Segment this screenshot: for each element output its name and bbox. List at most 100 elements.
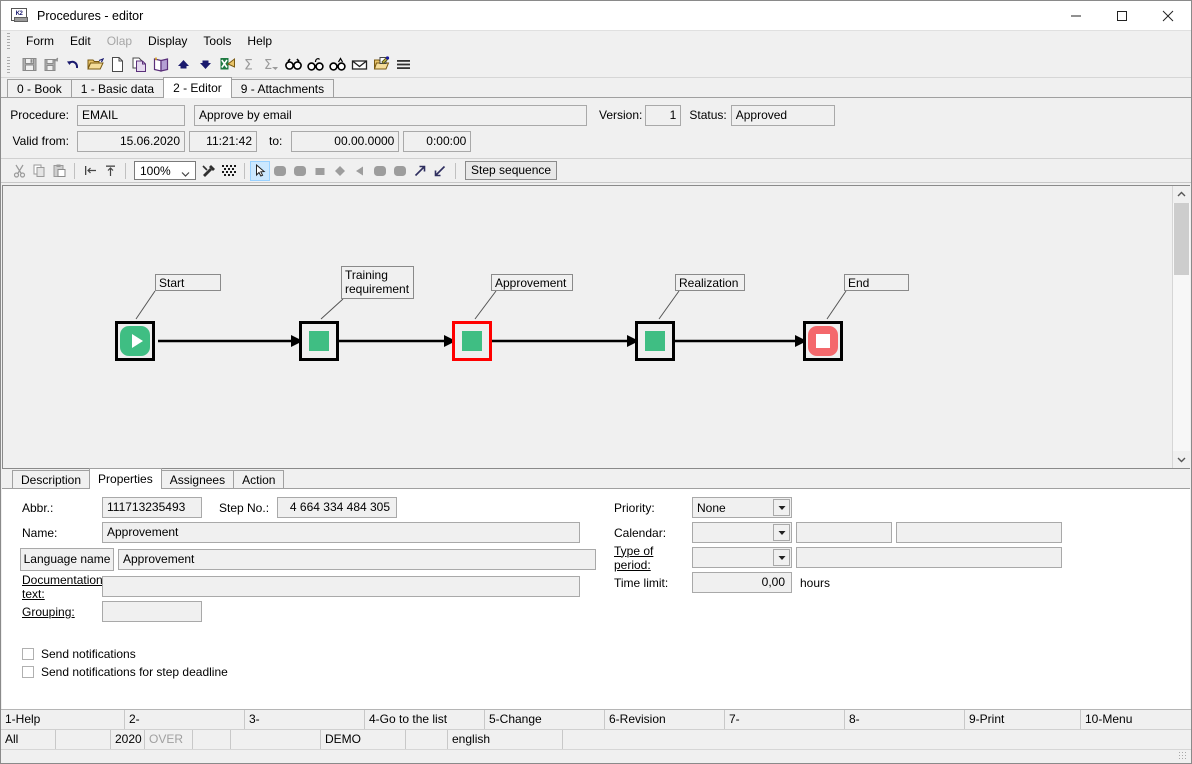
send-notifications-row[interactable]: Send notifications <box>2 647 228 661</box>
canvas-vertical-scrollbar[interactable] <box>1172 186 1190 468</box>
sum-filter-icon[interactable]: Σ <box>260 54 282 76</box>
book-icon[interactable] <box>150 54 172 76</box>
node-approvement[interactable] <box>452 321 492 361</box>
valid-from-time-field[interactable]: 11:21:42 <box>189 130 257 152</box>
node-end[interactable] <box>803 321 843 361</box>
menu-help[interactable]: Help <box>239 32 280 50</box>
valid-from-date-field[interactable]: 15.06.2020 <box>77 130 185 152</box>
export-excel-icon[interactable] <box>216 54 238 76</box>
align-left-icon[interactable] <box>80 161 100 181</box>
node-label-end[interactable]: End <box>844 274 909 291</box>
toolbar-drag-handle[interactable] <box>7 56 10 73</box>
chevron-down-icon[interactable] <box>773 549 790 566</box>
node-realization[interactable] <box>635 321 675 361</box>
tab-properties[interactable]: Properties <box>89 468 162 489</box>
arrow-down-icon[interactable] <box>194 54 216 76</box>
language-name-field[interactable]: Approvement <box>118 549 596 570</box>
version-field[interactable]: 1 <box>645 104 682 126</box>
paste-icon[interactable] <box>49 161 69 181</box>
pointer-icon[interactable] <box>250 160 270 181</box>
fkey-3[interactable]: 3- <box>245 710 365 729</box>
fkey-10-menu[interactable]: 10-Menu <box>1081 710 1191 729</box>
new-document-icon[interactable] <box>106 54 128 76</box>
node-label-start[interactable]: Start <box>155 274 221 291</box>
node-training-requirement[interactable] <box>299 321 339 361</box>
connector-down-left-icon[interactable] <box>430 161 450 181</box>
shape-rounded-square-2-icon[interactable] <box>370 161 390 181</box>
priority-combo[interactable]: None <box>692 497 792 518</box>
shape-rounded-rect-icon[interactable] <box>270 161 290 181</box>
zoom-select[interactable]: 100% <box>134 161 196 180</box>
tab-action[interactable]: Action <box>233 470 285 488</box>
tab-book[interactable]: 0 - Book <box>7 79 72 97</box>
find-icon[interactable] <box>282 54 304 76</box>
menu-form[interactable]: Form <box>18 32 62 50</box>
shape-rounded-square-3-icon[interactable] <box>390 161 410 181</box>
find-next-icon[interactable] <box>304 54 326 76</box>
procedure-code-field[interactable]: EMAIL <box>77 104 185 126</box>
chevron-down-icon[interactable] <box>773 524 790 541</box>
tab-attachments[interactable]: 9 - Attachments <box>230 79 335 97</box>
send-notifications-deadline-row[interactable]: Send notifications for step deadline <box>2 665 228 679</box>
time-limit-field[interactable]: 0,00 <box>692 572 792 593</box>
menu-edit[interactable]: Edit <box>62 32 99 50</box>
cut-icon[interactable] <box>9 161 29 181</box>
shape-square-icon[interactable] <box>310 161 330 181</box>
node-label-approvement[interactable]: Approvement <box>491 274 573 291</box>
menu-drag-handle[interactable] <box>7 33 10 49</box>
scroll-down-icon[interactable] <box>1172 451 1190 468</box>
shape-diamond-icon[interactable] <box>330 161 350 181</box>
menu-tools[interactable]: Tools <box>195 32 239 50</box>
copy-document-icon[interactable] <box>128 54 150 76</box>
shape-rounded-square-icon[interactable] <box>290 161 310 181</box>
minimize-icon[interactable] <box>1053 1 1099 31</box>
node-label-training-requirement[interactable]: Training requirement <box>341 266 414 299</box>
save-icon[interactable] <box>18 54 40 76</box>
valid-to-time-field[interactable]: 0:00:00 <box>403 130 472 152</box>
undo-icon[interactable] <box>62 54 84 76</box>
close-icon[interactable] <box>1145 1 1191 31</box>
tab-description[interactable]: Description <box>12 470 91 488</box>
node-label-realization[interactable]: Realization <box>675 274 745 291</box>
chevron-down-icon[interactable] <box>773 499 790 516</box>
connector-up-right-icon[interactable] <box>410 161 430 181</box>
fkey-8[interactable]: 8- <box>845 710 965 729</box>
resize-grip-icon[interactable] <box>1178 751 1188 761</box>
menu-lines-icon[interactable] <box>392 54 414 76</box>
diagram-canvas[interactable]: Start Training requirement Approvement R… <box>3 186 1172 468</box>
status-field[interactable]: Approved <box>730 104 835 126</box>
calendar-combo[interactable] <box>692 522 792 543</box>
fkey-5-change[interactable]: 5-Change <box>485 710 605 729</box>
type-of-period-combo[interactable] <box>692 547 792 568</box>
shape-triangle-left-icon[interactable] <box>350 161 370 181</box>
scroll-up-icon[interactable] <box>1172 186 1190 203</box>
name-field[interactable]: Approvement <box>102 522 580 543</box>
language-name-button[interactable]: Language name <box>20 548 114 571</box>
align-top-icon[interactable] <box>100 161 120 181</box>
tab-basic-data[interactable]: 1 - Basic data <box>70 79 165 97</box>
tab-assignees[interactable]: Assignees <box>160 470 235 488</box>
grouping-field[interactable] <box>102 601 202 622</box>
calendar-extra-field-2[interactable] <box>896 522 1062 543</box>
sum-icon[interactable]: Σ <box>238 54 260 76</box>
fkey-4-go-to-the-list[interactable]: 4-Go to the list <box>365 710 485 729</box>
arrow-up-icon[interactable] <box>172 54 194 76</box>
edit-note-icon[interactable] <box>370 54 392 76</box>
grid-icon[interactable] <box>219 161 239 181</box>
abbr-field[interactable]: 111713235493 <box>102 497 202 518</box>
fkey-1-help[interactable]: 1-Help <box>1 710 125 729</box>
open-folder-icon[interactable] <box>84 54 106 76</box>
fkey-7[interactable]: 7- <box>725 710 845 729</box>
node-start[interactable] <box>115 321 155 361</box>
step-no-field[interactable]: 4 664 334 484 305 <box>277 497 398 518</box>
calendar-extra-field-1[interactable] <box>796 522 892 543</box>
scrollbar-track[interactable] <box>1172 203 1190 451</box>
fkey-6-revision[interactable]: 6-Revision <box>605 710 725 729</box>
valid-to-date-field[interactable]: 00.00.0000 <box>291 130 400 152</box>
mail-icon[interactable] <box>348 54 370 76</box>
step-sequence-button[interactable]: Step sequence <box>465 161 558 180</box>
documentation-text-field[interactable] <box>102 576 580 597</box>
tab-editor[interactable]: 2 - Editor <box>163 77 232 98</box>
find-prev-icon[interactable] <box>326 54 348 76</box>
menu-display[interactable]: Display <box>140 32 195 50</box>
